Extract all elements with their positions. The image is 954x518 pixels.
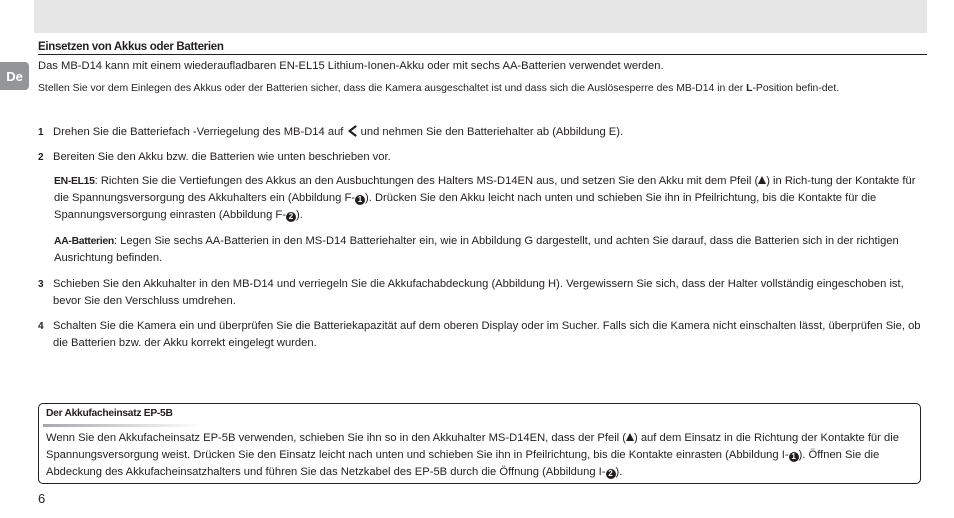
callout-2-icon: 2 — [285, 212, 296, 222]
step-number: 3 — [38, 279, 44, 290]
intro-paragraph: Das MB-D14 kann mit einem wiederaufladba… — [38, 60, 664, 72]
callout-1-icon: 1 — [355, 195, 366, 205]
step-2: 2 Bereiten Sie den Akku bzw. die Batteri… — [38, 149, 923, 166]
title-underline — [43, 424, 203, 427]
arrow-triangle-icon — [758, 176, 767, 184]
language-tab: De — [0, 62, 29, 90]
en-el15-instructions: EN-EL15: Richten Sie die Vertiefungen de… — [54, 175, 916, 222]
info-box: Der Akkufacheinsatz EP-5B Wenn Sie den A… — [38, 403, 921, 484]
step-1: 1 Drehen Sie die Batteriefach -Verriegel… — [38, 124, 923, 141]
aa-batteries-instructions: AA-Batterien: Legen Sie sechs AA-Batteri… — [54, 235, 899, 264]
callout-1-icon: 1 — [788, 452, 799, 462]
section-title: Einsetzen von Akkus oder Batterien — [38, 41, 927, 55]
callout-2-icon: 2 — [605, 469, 616, 479]
info-box-title: Der Akkufacheinsatz EP-5B — [46, 408, 173, 419]
step-4: 4 Schalten Sie die Kamera ein und überpr… — [38, 320, 921, 349]
header-bar — [34, 0, 927, 33]
arrow-triangle-icon — [626, 433, 634, 441]
step-number: 1 — [38, 127, 44, 138]
aa-term: AA-Batterien — [54, 236, 114, 247]
step-number: 2 — [38, 152, 44, 163]
info-box-text: Wenn Sie den Akkufacheinsatz EP-5B verwe… — [46, 432, 899, 479]
step-3: 3 Schieben Sie den Akkuhalter in den MB-… — [38, 278, 904, 307]
en-el15-term: EN-EL15 — [54, 176, 95, 187]
intro-note: Stellen Sie vor dem Einlegen des Akkus o… — [38, 83, 840, 94]
lock-symbol-icon — [347, 125, 357, 137]
page-number: 6 — [38, 491, 46, 506]
step-number: 4 — [38, 321, 44, 332]
